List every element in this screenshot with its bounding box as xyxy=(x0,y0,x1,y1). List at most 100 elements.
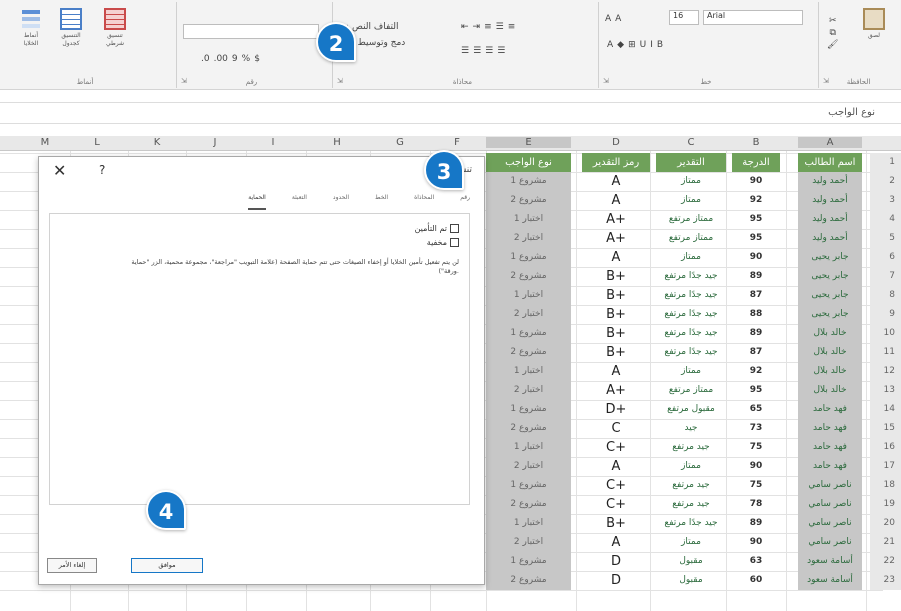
underline-button[interactable]: U xyxy=(640,40,647,50)
cell-score[interactable]: 65 xyxy=(732,400,780,419)
column-header-F[interactable]: F xyxy=(432,137,482,148)
cell-grade[interactable]: ممتاز xyxy=(656,457,726,476)
header-score[interactable]: الدرجة xyxy=(732,153,780,172)
cell-grade[interactable]: ممتاز xyxy=(656,191,726,210)
cell-student-name[interactable]: ناصر سامي xyxy=(798,476,862,495)
cell-assignment-type[interactable]: مشروع 1 xyxy=(486,476,571,495)
align-center-icon[interactable]: ☰ xyxy=(473,46,481,56)
cell-grade[interactable]: ممتاز xyxy=(656,248,726,267)
cell-student-name[interactable]: جابر يحيى xyxy=(798,286,862,305)
cell-grade[interactable]: جيد جدًا مرتفع xyxy=(656,324,726,343)
cell-score[interactable]: 73 xyxy=(732,419,780,438)
paste-button[interactable]: لصق xyxy=(859,8,889,40)
tab-fill[interactable]: التعبئة xyxy=(292,194,307,210)
row-number[interactable]: 20 xyxy=(870,514,901,533)
hidden-checkbox-box[interactable] xyxy=(450,238,459,247)
cell-assignment-type[interactable]: اختبار 2 xyxy=(486,457,571,476)
row-number[interactable]: 9 xyxy=(870,305,901,324)
cut-icon[interactable]: ✂ xyxy=(829,16,837,26)
cell-grade[interactable]: مقبول مرتفع xyxy=(656,400,726,419)
cell-student-name[interactable]: فهد حامد xyxy=(798,438,862,457)
cell-assignment-type[interactable]: مشروع 1 xyxy=(486,400,571,419)
border-icon[interactable]: ⊞ xyxy=(628,40,636,50)
cell-grade-code[interactable]: A+ xyxy=(582,210,650,229)
cell-score[interactable]: 87 xyxy=(732,286,780,305)
cell-grade-code[interactable]: A+ xyxy=(582,229,650,248)
row-number[interactable]: 16 xyxy=(870,438,901,457)
align-bottom-icon[interactable]: ≡ xyxy=(508,22,516,32)
cell-student-name[interactable]: أحمد وليد xyxy=(798,172,862,191)
cell-student-name[interactable]: أحمد وليد xyxy=(798,210,862,229)
cell-score[interactable]: 90 xyxy=(732,457,780,476)
header-assignment-type[interactable]: نوع الواجب xyxy=(486,153,571,172)
row-number[interactable]: 8 xyxy=(870,286,901,305)
cell-grade[interactable]: ممتاز xyxy=(656,172,726,191)
column-header-I[interactable]: I xyxy=(248,137,298,148)
column-header-J[interactable]: J xyxy=(190,137,240,148)
row-number[interactable]: 5 xyxy=(870,229,901,248)
cell-score[interactable]: 75 xyxy=(732,438,780,457)
cell-assignment-type[interactable]: مشروع 2 xyxy=(486,495,571,514)
cell-grade[interactable]: ممتاز مرتفع xyxy=(656,229,726,248)
cell-score[interactable]: 75 xyxy=(732,476,780,495)
cell-student-name[interactable]: جابر يحيى xyxy=(798,267,862,286)
row-number[interactable]: 15 xyxy=(870,419,901,438)
cell-assignment-type[interactable]: مشروع 1 xyxy=(486,552,571,571)
cell-score[interactable]: 95 xyxy=(732,229,780,248)
cell-assignment-type[interactable]: اختبار 2 xyxy=(486,229,571,248)
formula-bar[interactable]: نوع الواجب xyxy=(0,102,901,124)
row-number[interactable]: 1 xyxy=(870,153,901,172)
cell-student-name[interactable]: جابر يحيى xyxy=(798,248,862,267)
close-icon[interactable]: ✕ xyxy=(53,161,66,180)
cell-student-name[interactable]: ناصر سامي xyxy=(798,495,862,514)
cell-grade-code[interactable]: C+ xyxy=(582,495,650,514)
decrease-decimal-button[interactable]: .0 xyxy=(201,54,210,64)
column-header-H[interactable]: H xyxy=(312,137,362,148)
cell-student-name[interactable]: خالد بلال xyxy=(798,362,862,381)
row-number[interactable]: 18 xyxy=(870,476,901,495)
cell-student-name[interactable]: فهد حامد xyxy=(798,419,862,438)
column-header-L[interactable]: L xyxy=(72,137,122,148)
cell-grade[interactable]: جيد مرتفع xyxy=(656,495,726,514)
number-format-dropdown[interactable] xyxy=(183,24,319,39)
cell-assignment-type[interactable]: مشروع 2 xyxy=(486,191,571,210)
row-number[interactable]: 6 xyxy=(870,248,901,267)
row-number[interactable]: 12 xyxy=(870,362,901,381)
cell-grade[interactable]: جيد جدًا مرتفع xyxy=(656,343,726,362)
cell-grade-code[interactable]: B+ xyxy=(582,305,650,324)
indent-decrease-icon[interactable]: ⇤ xyxy=(461,22,469,32)
increase-decimal-button[interactable]: .00 xyxy=(214,54,228,64)
column-header-G[interactable]: G xyxy=(375,137,425,148)
cell-grade-code[interactable]: B+ xyxy=(582,267,650,286)
cell-grade-code[interactable]: A+ xyxy=(582,381,650,400)
row-number[interactable]: 11 xyxy=(870,343,901,362)
cell-grade-code[interactable]: B+ xyxy=(582,286,650,305)
tab-protection[interactable]: الحماية xyxy=(248,194,266,210)
row-number[interactable]: 2 xyxy=(870,172,901,191)
italic-button[interactable]: I xyxy=(650,40,653,50)
cell-styles-button[interactable]: أنماط الخلايا xyxy=(16,8,46,48)
tab-font[interactable]: الخط xyxy=(375,194,388,210)
cell-student-name[interactable]: أسامة سعود xyxy=(798,571,862,590)
help-icon[interactable]: ? xyxy=(99,163,105,177)
font-grow-button[interactable]: A xyxy=(605,14,611,24)
indent-increase-icon[interactable]: ⇥ xyxy=(473,22,481,32)
cell-student-name[interactable]: أسامة سعود xyxy=(798,552,862,571)
cell-score[interactable]: 60 xyxy=(732,571,780,590)
row-number[interactable]: 10 xyxy=(870,324,901,343)
row-number[interactable]: 19 xyxy=(870,495,901,514)
font-size-field[interactable]: 16 xyxy=(669,10,699,25)
cell-assignment-type[interactable]: اختبار 1 xyxy=(486,362,571,381)
percent-button[interactable]: % xyxy=(242,54,251,64)
cell-student-name[interactable]: أحمد وليد xyxy=(798,229,862,248)
cell-score[interactable]: 95 xyxy=(732,210,780,229)
cell-assignment-type[interactable]: مشروع 1 xyxy=(486,172,571,191)
cell-grade-code[interactable]: B+ xyxy=(582,343,650,362)
column-header-B[interactable]: B xyxy=(732,137,780,148)
cell-student-name[interactable]: ناصر سامي xyxy=(798,514,862,533)
tab-alignment[interactable]: المحاذاة xyxy=(414,194,434,210)
column-header-K[interactable]: K xyxy=(132,137,182,148)
cell-student-name[interactable]: خالد بلال xyxy=(798,381,862,400)
cell-score[interactable]: 89 xyxy=(732,514,780,533)
row-number[interactable]: 23 xyxy=(870,571,901,590)
